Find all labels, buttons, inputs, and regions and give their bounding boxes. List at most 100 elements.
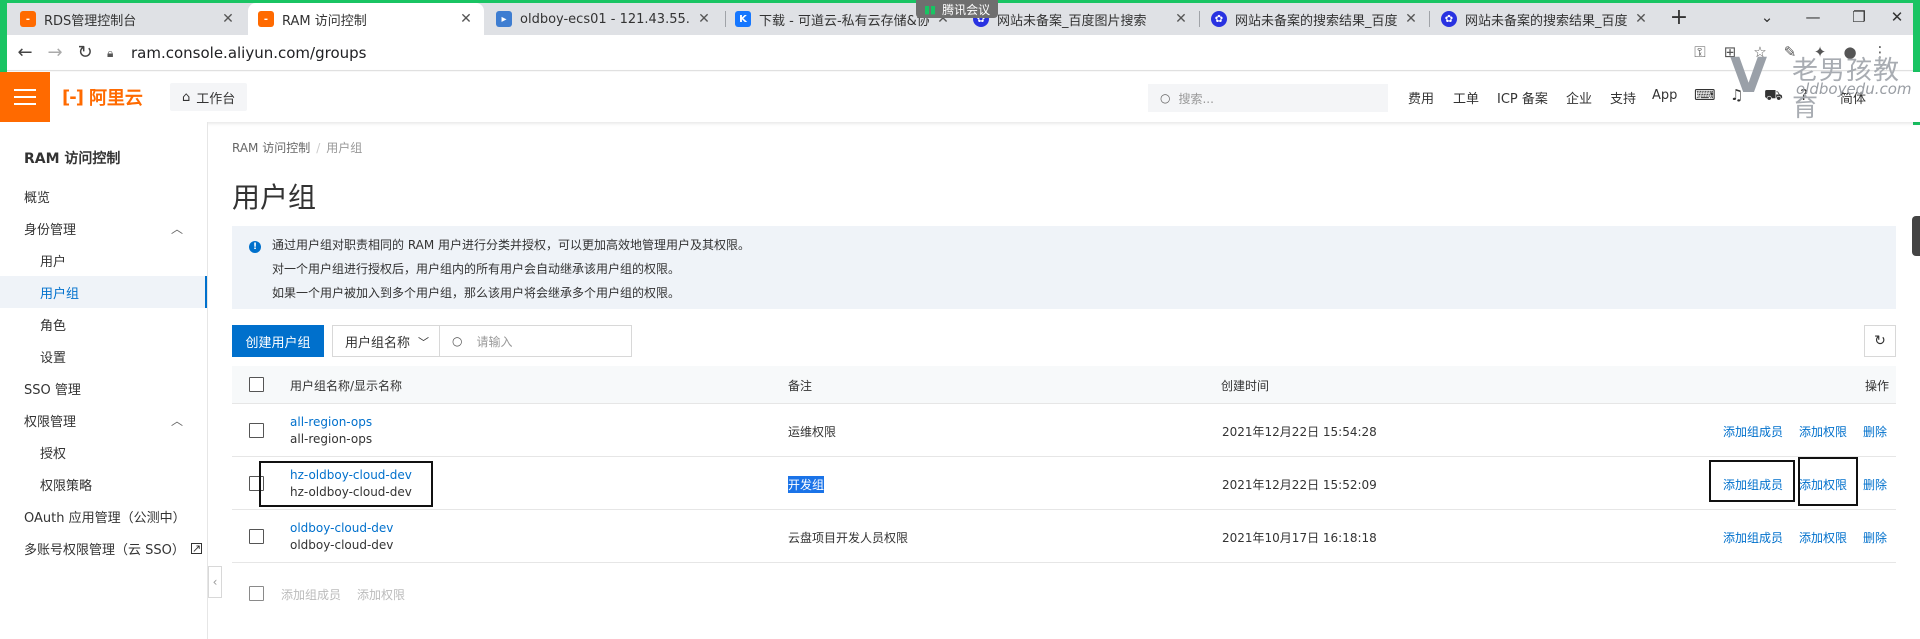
bulk-add-member[interactable]: 添加组成员 [281,586,341,603]
browser-tab[interactable]: ▸ oldboy-ecs01 - 121.43.55.12 ✕ [486,3,722,35]
back-arrow-icon[interactable]: ← [13,41,37,65]
add-member-link[interactable]: 添加组成员 [1723,423,1783,440]
nav-enterprise[interactable]: 企业 [1566,88,1592,107]
close-window-icon[interactable]: ✕ [1877,5,1917,29]
group-name-link[interactable]: oldboy-cloud-dev [290,521,393,535]
breadcrumb: RAM 访问控制 / 用户组 [232,141,363,155]
tab-separator [1429,11,1430,27]
home-icon: ⌂ [182,89,191,105]
page-title: 用户组 [232,181,317,214]
address-bar[interactable]: 🔒︎ ram.console.aliyun.com/groups [107,38,1627,68]
watermark-logo-icon: V [1730,48,1768,104]
sidebar-item-policies[interactable]: 权限策略 [0,468,207,500]
bulk-select-checkbox[interactable] [249,586,264,601]
nav-app[interactable]: App [1652,88,1677,103]
delete-link[interactable]: 删除 [1863,529,1887,546]
group-remark: 云盘项目开发人员权限 [788,531,909,545]
delete-link[interactable]: 删除 [1863,423,1887,440]
browser-tab-active[interactable]: - RAM 访问控制 ✕ [248,3,484,35]
select-all-checkbox[interactable] [249,377,264,392]
notice-line: 如果一个用户被加入到多个用户组，那么该用户将会继承多个用户组的权限。 [272,286,681,300]
sidebar-item-users[interactable]: 用户 [0,244,207,276]
nav-support[interactable]: 支持 [1610,88,1636,107]
column-header-actions: 操作 [1865,379,1890,393]
sidebar-item-oauth[interactable]: OAuth 应用管理（公测中） [0,500,207,532]
sidebar-item-label: 身份管理 [24,222,77,238]
browser-tab[interactable]: ✿ 网站未备案的搜索结果_百度图片 ✕ [1201,3,1429,35]
console-header: [-] 阿里云 ⌂ 工作台 ○ 搜索... 费用 工单 ICP 备案 企业 支持… [0,72,1920,122]
close-icon[interactable]: ✕ [1403,11,1419,27]
add-member-link[interactable]: 添加组成员 [1723,529,1783,546]
restore-icon[interactable]: ❐ [1839,5,1879,29]
aliyun-logo[interactable]: [-] 阿里云 [62,85,143,110]
meeting-badge[interactable]: ▮▮ 腾讯会议 [916,0,999,18]
url-text: ram.console.aliyun.com/groups [131,44,367,62]
group-created: 2021年12月22日 15:52:09 [1222,478,1377,492]
sidebar-item-roles[interactable]: 角色 [0,308,207,340]
forward-arrow-icon[interactable]: → [43,41,67,65]
annotation-box-add-permission [1798,457,1858,506]
sidebar-collapse-chevron-icon[interactable]: ‹ [208,566,222,598]
sidebar-item-label: 权限策略 [40,478,93,494]
new-tab-plus-icon[interactable]: + [1667,7,1691,31]
table-row: hz-oldboy-cloud-dev hz-oldboy-cloud-dev … [232,457,1896,510]
sidebar-item-settings[interactable]: 设置 [0,340,207,372]
close-icon[interactable]: ✕ [1173,11,1189,27]
browser-tab[interactable]: ✿ 网站未备案的搜索结果_百度图片 ✕ [1431,3,1659,35]
nav-tickets[interactable]: 工单 [1453,88,1479,107]
close-icon[interactable]: ✕ [458,11,474,27]
filter-field-select[interactable]: 用户组名称 ﹀ [332,325,440,357]
scrollbar-thumb[interactable] [1912,216,1920,256]
signal-bars-icon: ▮▮ [924,2,937,16]
aliyun-logo-text: 阿里云 [88,88,143,109]
key-icon[interactable]: ⚿ [1690,42,1710,62]
sidebar-item-overview[interactable]: 概览 [0,180,207,212]
sidebar-item-permissions[interactable]: 权限管理 ︿ [0,404,207,436]
tab-search-chevron-icon[interactable]: ⌄ [1747,5,1787,29]
info-icon: ! [249,241,261,253]
group-display-name: all-region-ops [290,432,373,446]
browser-tab-label: 网站未备案_百度图片搜索 [997,13,1147,29]
sidebar-item-grants[interactable]: 授权 [0,436,207,468]
delete-link[interactable]: 删除 [1863,476,1887,493]
minimize-icon[interactable]: — [1793,5,1833,29]
close-icon[interactable]: ✕ [696,11,712,27]
breadcrumb-current: 用户组 [326,141,363,155]
notice-line: 对一个用户组进行授权后，用户组内的所有用户会自动继承该用户组的权限。 [272,262,681,276]
lock-icon: 🔒︎ [107,46,114,60]
table-row: oldboy-cloud-dev oldboy-cloud-dev 云盘项目开发… [232,510,1896,563]
group-name-link[interactable]: all-region-ops [290,415,372,429]
breadcrumb-root[interactable]: RAM 访问控制 [232,141,310,155]
sidebar-item-groups[interactable]: 用户组 [0,276,207,308]
nav-billing[interactable]: 费用 [1408,88,1434,107]
hamburger-menu-icon[interactable] [0,72,50,122]
sidebar-item-identity[interactable]: 身份管理 ︿ [0,212,207,244]
header-search-input[interactable]: ○ 搜索... [1148,84,1388,112]
close-icon[interactable]: ✕ [220,11,236,27]
kodcloud-favicon-icon: K [735,11,751,27]
row-checkbox[interactable] [249,529,264,544]
tab-separator [1199,11,1200,27]
sidebar-item-cloud-sso[interactable]: 多账号权限管理（云 SSO） ↗ [0,532,207,564]
sidebar-item-sso[interactable]: SSO 管理 [0,372,207,404]
sidebar-item-label: 多账号权限管理（云 SSO） [24,542,185,558]
filter-search-input[interactable]: ○ 请输入 [439,325,632,357]
browser-tab[interactable]: - RDS管理控制台 ✕ [10,3,246,35]
create-group-button[interactable]: 创建用户组 [232,325,324,357]
browser-tab[interactable]: ✿ 网站未备案_百度图片搜索 ✕ [963,3,1199,35]
column-header-created: 创建时间 [1221,379,1270,393]
add-permission-link[interactable]: 添加权限 [1799,423,1847,440]
cloud-shell-icon[interactable]: ⌨ [1694,86,1716,104]
close-icon[interactable]: ✕ [1633,11,1649,27]
reload-icon[interactable]: ↻ [73,41,97,65]
workbench-button[interactable]: ⌂ 工作台 [170,83,248,111]
row-checkbox[interactable] [249,423,264,438]
nav-icp[interactable]: ICP 备案 [1497,88,1548,107]
ecs-favicon-icon: ▸ [496,11,512,27]
baidu-favicon-icon: ✿ [1441,11,1457,27]
bulk-add-permission[interactable]: 添加权限 [357,586,405,603]
sidebar-item-label: OAuth 应用管理（公测中） [24,510,186,526]
refresh-icon[interactable]: ↻ [1864,325,1896,357]
add-permission-link[interactable]: 添加权限 [1799,529,1847,546]
notice-line: 通过用户组对职责相同的 RAM 用户进行分类并授权，可以更加高效地管理用户及其权… [272,238,751,252]
